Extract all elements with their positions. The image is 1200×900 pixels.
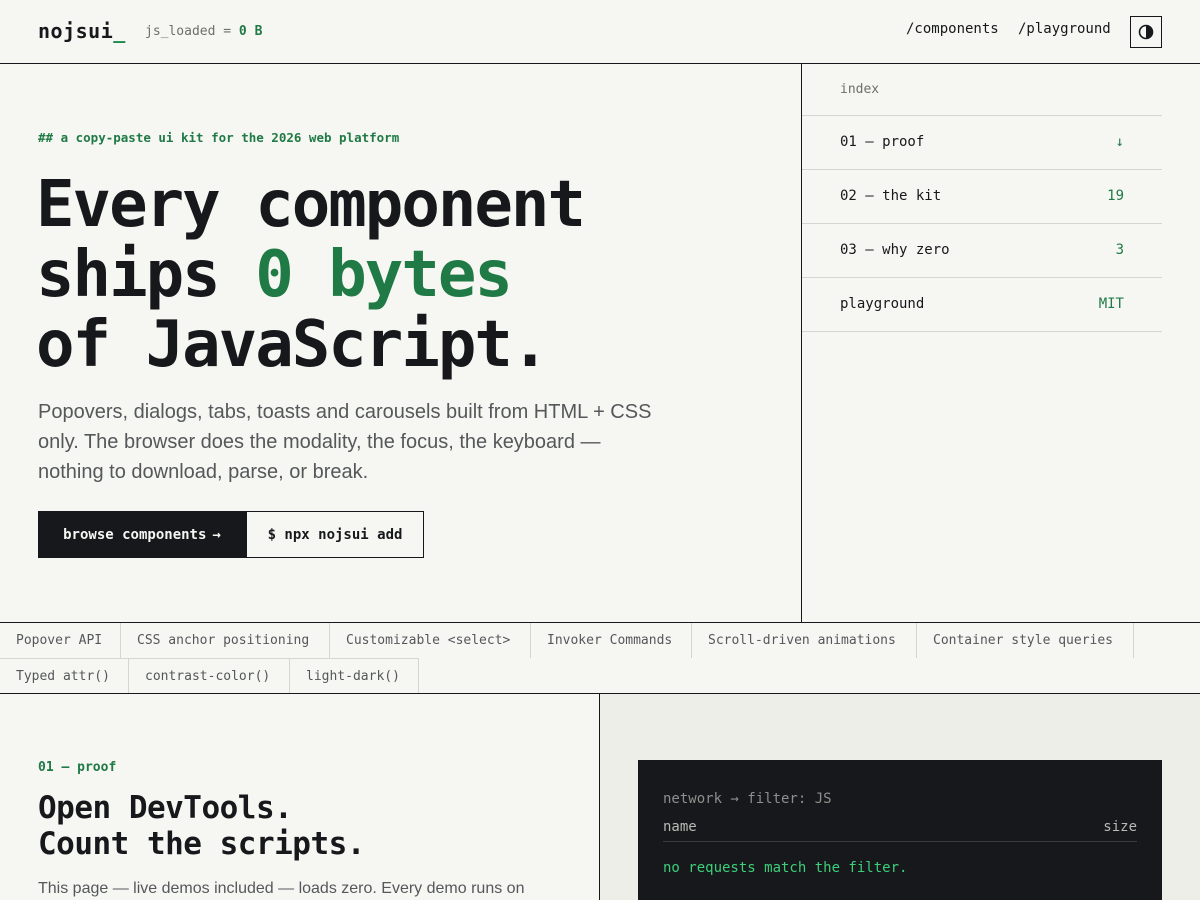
- js-loaded-indicator: js_loaded = 0 B: [145, 24, 262, 39]
- index-item-label: 01 — proof: [840, 134, 925, 150]
- js-loaded-label: js_loaded =: [145, 24, 239, 39]
- proof-section: 01 — proof Open DevTools. Count the scri…: [0, 694, 600, 900]
- logo[interactable]: nojsui_: [38, 19, 126, 43]
- index-item-the-kit[interactable]: 02 — the kit 19: [802, 170, 1162, 224]
- arrow-right-icon: →: [212, 526, 221, 543]
- feature-chip: CSS anchor positioning: [121, 623, 330, 658]
- headline-line-1: Every component: [36, 168, 586, 242]
- index-item-label: 03 — why zero: [840, 242, 950, 258]
- browse-components-label: browse components: [63, 526, 207, 543]
- headline-accent: 0 bytes: [255, 238, 513, 312]
- nav-link-components[interactable]: /components: [906, 21, 999, 37]
- network-table-header: name size: [663, 819, 1137, 842]
- index-panel: index 01 — proof ↓ 02 — the kit 19 03 — …: [802, 64, 1162, 622]
- proof-title: Open DevTools. Count the scripts.: [38, 790, 578, 862]
- js-loaded-value: 0 B: [238, 24, 263, 39]
- npx-install-button[interactable]: $ npx nojsui add: [246, 511, 424, 558]
- hero-eyebrow: ## a copy-paste ui kit for the 2026 web …: [38, 130, 400, 145]
- column-size-header: size: [1103, 819, 1137, 835]
- platform-features-strip: Popover API CSS anchor positioning Custo…: [0, 622, 1200, 694]
- devtools-network-panel: network → filter: JS name size no reques…: [638, 760, 1162, 900]
- hero-section: ## a copy-paste ui kit for the 2026 web …: [0, 64, 802, 622]
- site-header: nojsui_ js_loaded = 0 B /components /pla…: [0, 0, 1200, 64]
- headline-line-3: of JavaScript.: [36, 308, 549, 382]
- devtools-demo-area: network → filter: JS name size no reques…: [600, 694, 1200, 900]
- feature-chip: Invoker Commands: [531, 623, 692, 658]
- proof-eyebrow: 01 — proof: [38, 760, 117, 775]
- index-item-license: MIT: [1098, 296, 1124, 312]
- feature-chip: Customizable <select>: [330, 623, 531, 658]
- column-name-header: name: [663, 819, 697, 835]
- hero-lead: Popovers, dialogs, tabs, toasts and caro…: [38, 401, 652, 483]
- index-item-count: 3: [1115, 242, 1124, 258]
- contrast-icon: [1138, 24, 1154, 40]
- index-item-why-zero[interactable]: 03 — why zero 3: [802, 224, 1162, 278]
- proof-title-line-2: Count the scripts.: [38, 826, 365, 862]
- feature-chip: Container style queries: [917, 623, 1134, 658]
- feature-chip: Popover API: [0, 623, 121, 658]
- network-filter-label: network → filter: JS: [663, 791, 832, 807]
- feature-chip: Typed attr(): [0, 658, 129, 693]
- index-item-count: 19: [1107, 188, 1124, 204]
- arrow-down-icon: ↓: [1115, 134, 1124, 150]
- nav-link-playground[interactable]: /playground: [1018, 21, 1111, 37]
- index-item-label: 02 — the kit: [840, 188, 942, 204]
- logo-cursor: _: [113, 19, 126, 43]
- browse-components-button[interactable]: browse components →: [38, 511, 246, 558]
- hero-headline: Every component ships 0 bytes of JavaScr…: [36, 170, 776, 380]
- index-item-label: playground: [840, 296, 925, 312]
- network-empty-message: no requests match the filter.: [663, 860, 908, 876]
- proof-title-line-1: Open DevTools.: [38, 790, 293, 826]
- feature-chip: Scroll-driven animations: [692, 623, 917, 658]
- headline-line-2: ships: [36, 238, 256, 312]
- index-item-playground[interactable]: playground MIT: [802, 278, 1162, 332]
- feature-chip: contrast-color(): [129, 658, 290, 693]
- index-title: index: [840, 82, 880, 97]
- logo-text: nojsui: [38, 19, 114, 43]
- index-item-proof[interactable]: 01 — proof ↓: [802, 116, 1162, 170]
- feature-chip: light-dark(): [290, 658, 419, 693]
- proof-text: This page — live demos included — loads …: [38, 880, 525, 897]
- theme-toggle-button[interactable]: [1130, 16, 1162, 48]
